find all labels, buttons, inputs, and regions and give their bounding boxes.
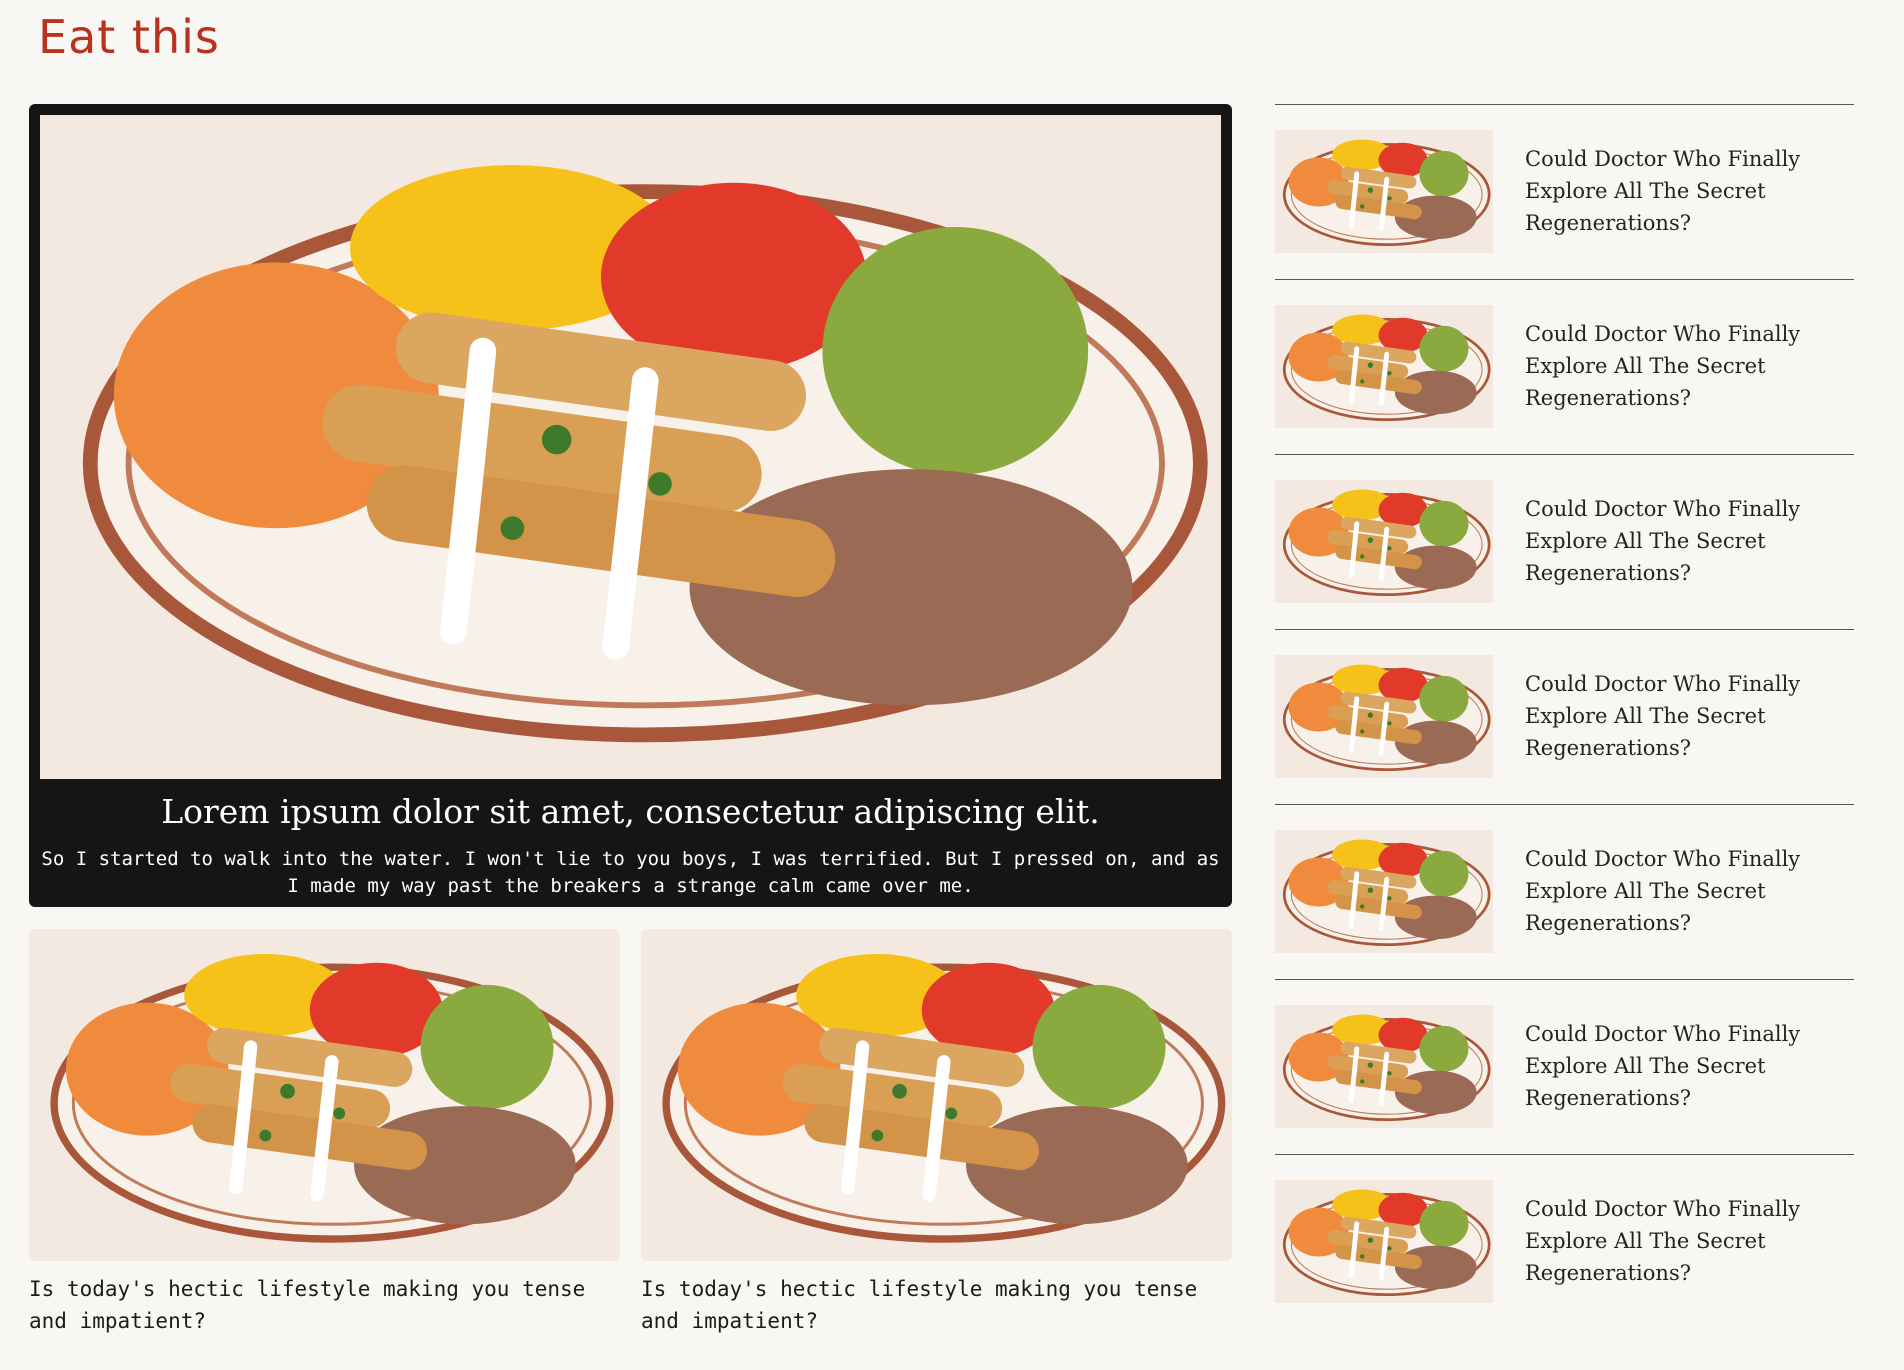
sidebar-item[interactable]: Could Doctor Who Finally Explore All The… — [1275, 104, 1854, 279]
sidebar-item-title[interactable]: Could Doctor Who Finally Explore All The… — [1525, 843, 1825, 939]
site-logo[interactable]: Eat this — [38, 10, 220, 64]
article-card-image[interactable] — [29, 929, 620, 1261]
article-card-caption[interactable]: Is today's hectic lifestyle making you t… — [29, 1273, 620, 1337]
sidebar-item-title[interactable]: Could Doctor Who Finally Explore All The… — [1525, 1018, 1825, 1114]
sidebar-item[interactable]: Could Doctor Who Finally Explore All The… — [1275, 629, 1854, 804]
article-card[interactable]: Is today's hectic lifestyle making you t… — [641, 929, 1232, 1337]
sidebar-list: Could Doctor Who Finally Explore All The… — [1275, 104, 1854, 1329]
sidebar-item[interactable]: Could Doctor Who Finally Explore All The… — [1275, 279, 1854, 454]
article-card-image[interactable] — [641, 929, 1232, 1261]
sidebar-item[interactable]: Could Doctor Who Finally Explore All The… — [1275, 979, 1854, 1154]
featured-title[interactable]: Lorem ipsum dolor sit amet, consectetur … — [29, 792, 1232, 832]
sidebar-item[interactable]: Could Doctor Who Finally Explore All The… — [1275, 454, 1854, 629]
featured-card[interactable]: Lorem ipsum dolor sit amet, consectetur … — [29, 104, 1232, 907]
sidebar-item[interactable]: Could Doctor Who Finally Explore All The… — [1275, 804, 1854, 979]
sidebar-item-title[interactable]: Could Doctor Who Finally Explore All The… — [1525, 668, 1825, 764]
sidebar-item-thumbnail[interactable] — [1275, 480, 1493, 603]
sidebar-item-thumbnail[interactable] — [1275, 1005, 1493, 1128]
sidebar-item-title[interactable]: Could Doctor Who Finally Explore All The… — [1525, 493, 1825, 589]
sidebar-item-title[interactable]: Could Doctor Who Finally Explore All The… — [1525, 143, 1825, 239]
sidebar-item-title[interactable]: Could Doctor Who Finally Explore All The… — [1525, 318, 1825, 414]
sidebar-item[interactable]: Could Doctor Who Finally Explore All The… — [1275, 1154, 1854, 1329]
featured-text: So I started to walk into the water. I w… — [41, 848, 1220, 897]
sidebar-item-title[interactable]: Could Doctor Who Finally Explore All The… — [1525, 1193, 1825, 1289]
featured-image[interactable] — [40, 115, 1221, 779]
article-card-caption[interactable]: Is today's hectic lifestyle making you t… — [641, 1273, 1232, 1337]
sidebar-item-thumbnail[interactable] — [1275, 130, 1493, 253]
sidebar-item-thumbnail[interactable] — [1275, 305, 1493, 428]
sidebar-item-thumbnail[interactable] — [1275, 1180, 1493, 1303]
sidebar-item-thumbnail[interactable] — [1275, 655, 1493, 778]
article-card[interactable]: Is today's hectic lifestyle making you t… — [29, 929, 620, 1337]
sidebar-item-thumbnail[interactable] — [1275, 830, 1493, 953]
